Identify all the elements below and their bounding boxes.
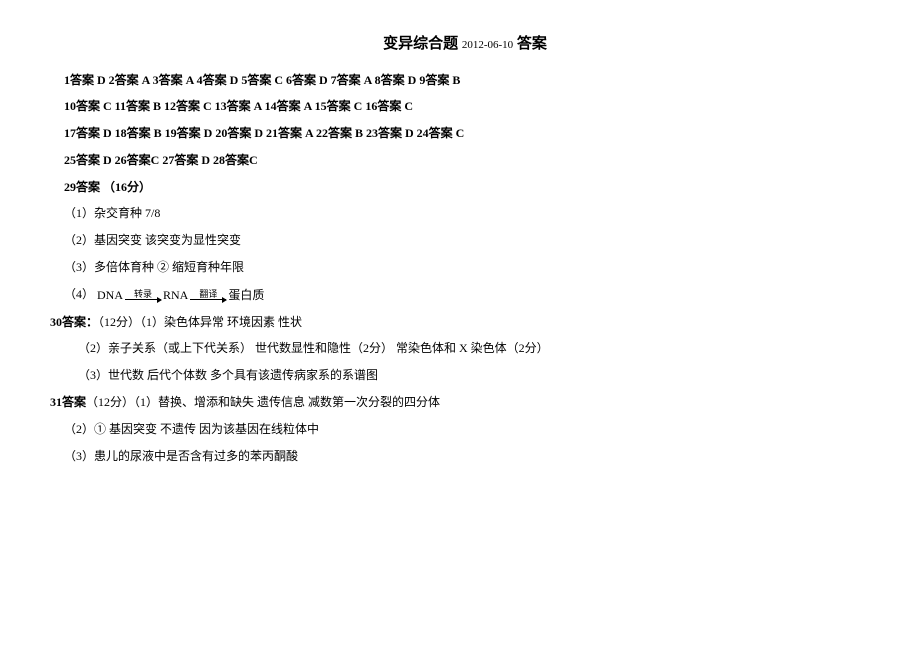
q30-head-rest: （12分）（1）染色体异常 环境因素 性状 (98, 315, 302, 329)
q29-part1: （1）杂交育种 7/8 (50, 202, 880, 225)
q30-head: 30答案： (50, 315, 98, 329)
page-title: 变异综合题 2012-06-10 答案 (50, 30, 880, 59)
q31-part2: （2）① 基因突变 不遗传 因为该基因在线粒体中 (50, 418, 880, 441)
flow-protein: 蛋白质 (228, 284, 264, 307)
title-suffix: 答案 (517, 36, 547, 52)
answers-row-1: 1答案 D 2答案 A 3答案 A 4答案 D 5答案 C 6答案 D 7答案 … (50, 69, 880, 92)
q31-part3: （3）患儿的尿液中是否含有过多的苯丙酮酸 (50, 445, 880, 468)
flow-diagram: DNA 转录 RNA 翻译 蛋白质 (97, 284, 264, 307)
q29-head: 29答案 （16分） (50, 176, 880, 199)
arrow-line-1 (125, 299, 161, 300)
q29-part3: （3）多倍体育种 ② 缩短育种年限 (50, 256, 880, 279)
q30-line1: 30答案：（12分）（1）染色体异常 环境因素 性状 (50, 311, 880, 334)
answers-row-3: 17答案 D 18答案 B 19答案 D 20答案 D 21答案 A 22答案 … (50, 122, 880, 145)
title-date: 2012-06-10 (462, 39, 513, 51)
answers-row-4: 25答案 D 26答案C 27答案 D 28答案C (50, 149, 880, 172)
title-main: 变异综合题 (383, 36, 458, 52)
arrow-translation: 翻译 (190, 290, 226, 300)
q30-part2: （2）亲子关系（或上下代关系） 世代数显性和隐性（2分） 常染色体和 X 染色体… (50, 337, 880, 360)
q31-line1: 31答案（12分）（1）替换、增添和缺失 遗传信息 减数第一次分裂的四分体 (50, 391, 880, 414)
arrow-label-2: 翻译 (199, 290, 217, 299)
q29-part2: （2）基因突变 该突变为显性突变 (50, 229, 880, 252)
q30-part3: （3）世代数 后代个体数 多个具有该遗传病家系的系谱图 (50, 364, 880, 387)
q31-head: 31答案 (50, 395, 86, 409)
arrow-transcription: 转录 (125, 290, 161, 300)
q31-head-rest: （12分）（1）替换、增添和缺失 遗传信息 减数第一次分裂的四分体 (86, 395, 440, 409)
flow-dna: DNA (97, 284, 123, 307)
answers-row-2: 10答案 C 11答案 B 12答案 C 13答案 A 14答案 A 15答案 … (50, 95, 880, 118)
flow-rna: RNA (163, 284, 188, 307)
q29-p4-prefix: （4） (64, 287, 94, 301)
arrow-line-2 (190, 299, 226, 300)
arrow-label-1: 转录 (134, 290, 152, 299)
q29-part4: （4） DNA 转录 RNA 翻译 蛋白质 (50, 283, 880, 307)
